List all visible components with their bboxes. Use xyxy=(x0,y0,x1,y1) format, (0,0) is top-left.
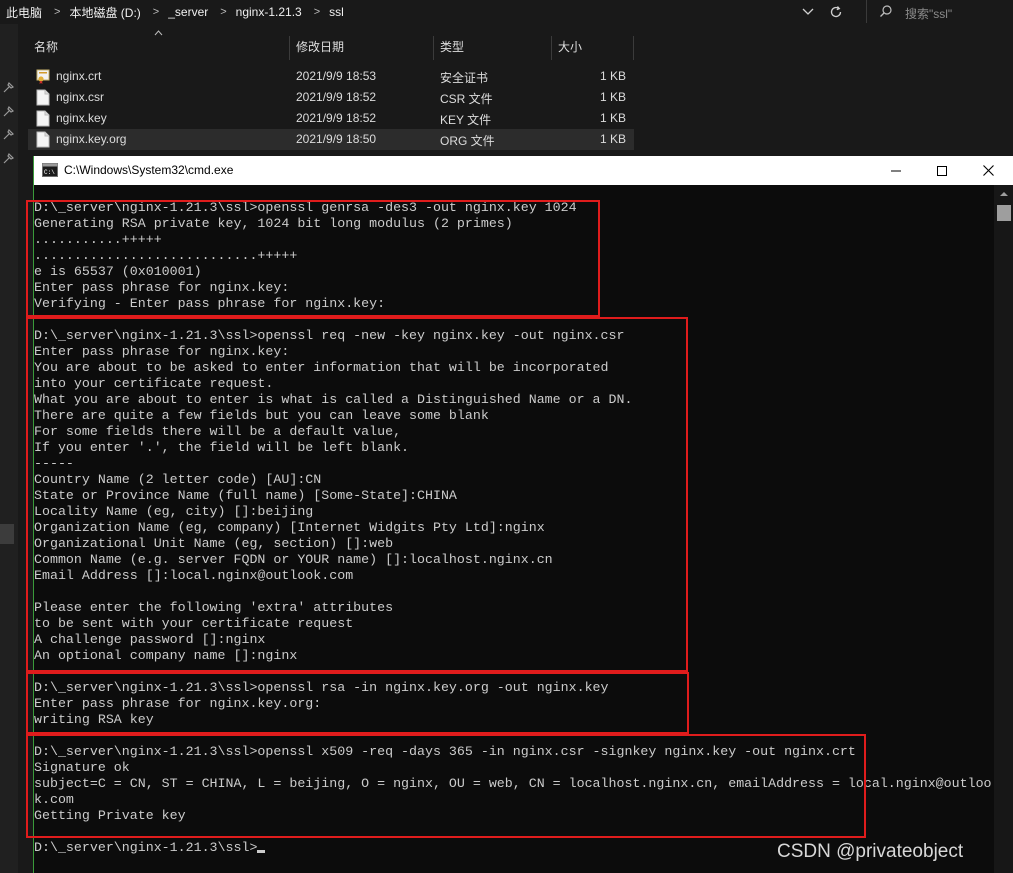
search-placeholder: 搜索"ssl" xyxy=(905,7,953,21)
file-name: nginx.key xyxy=(56,111,107,125)
file-type: CSR 文件 xyxy=(440,92,493,106)
file-explorer: 名称 修改日期 类型 大小 nginx.crt 2021/9/9 18:53 安… xyxy=(0,24,1013,624)
file-type: KEY 文件 xyxy=(440,113,492,127)
breadcrumb-item-nginx[interactable]: nginx-1.21.3 xyxy=(236,5,302,19)
breadcrumb-item-ssl[interactable]: ssl xyxy=(329,5,344,19)
breadcrumb-item-drive-d[interactable]: 本地磁盘 (D:) xyxy=(69,4,140,21)
cmd-title-bar[interactable]: C:\ C:\Windows\System32\cmd.exe xyxy=(34,156,1013,185)
address-dropdown-button[interactable] xyxy=(796,0,820,24)
file-size: 1 KB xyxy=(599,111,626,125)
file-icon xyxy=(36,110,50,127)
file-size: 1 KB xyxy=(599,132,626,146)
file-row-nginx-key-org[interactable]: nginx.key.org 2021/9/9 18:50 ORG 文件 1 KB xyxy=(28,129,634,150)
minimize-button[interactable] xyxy=(873,156,919,185)
column-header-name[interactable]: 名称 xyxy=(28,36,290,60)
console-scrollbar[interactable] xyxy=(994,185,1013,873)
search-input[interactable]: 搜索"ssl" xyxy=(866,0,1013,23)
navigation-pane-lower xyxy=(0,164,18,873)
column-header: 名称 修改日期 类型 大小 xyxy=(28,36,634,60)
certificate-icon xyxy=(36,69,50,84)
close-icon xyxy=(982,165,994,176)
column-header-type[interactable]: 类型 xyxy=(434,36,552,60)
file-date: 2021/9/9 18:52 xyxy=(296,90,377,104)
scroll-up-icon[interactable] xyxy=(999,191,1009,197)
chevron-right-icon[interactable]: > xyxy=(153,6,159,18)
pin-icon[interactable] xyxy=(2,127,16,141)
column-header-date[interactable]: 修改日期 xyxy=(290,36,434,60)
file-size: 1 KB xyxy=(599,69,626,83)
highlight-box-req xyxy=(26,317,688,672)
sort-ascending-icon xyxy=(154,30,163,36)
console-line: D:\_server\nginx-1.21.3\ssl> xyxy=(34,840,266,856)
chevron-right-icon[interactable]: > xyxy=(220,6,226,18)
file-type: ORG 文件 xyxy=(440,134,495,148)
minimize-icon xyxy=(891,170,901,171)
breadcrumb-item-this-pc[interactable]: 此电脑 xyxy=(6,4,42,21)
highlight-box-genrsa xyxy=(26,200,600,317)
pin-icon[interactable] xyxy=(2,151,16,165)
file-date: 2021/9/9 18:53 xyxy=(296,69,377,83)
chevron-down-icon xyxy=(802,8,814,15)
chevron-right-icon[interactable]: > xyxy=(54,6,60,18)
file-date: 2021/9/9 18:50 xyxy=(296,132,377,146)
file-row-nginx-csr[interactable]: nginx.csr 2021/9/9 18:52 CSR 文件 1 KB xyxy=(28,87,634,108)
refresh-icon xyxy=(830,6,842,18)
breadcrumb: 此电脑 > 本地磁盘 (D:) > _server > nginx-1.21.3… xyxy=(6,0,344,24)
file-icon xyxy=(36,131,50,148)
console-icon: C:\ xyxy=(42,163,58,177)
pin-icon[interactable] xyxy=(2,80,16,94)
file-type: 安全证书 xyxy=(440,71,489,85)
file-size: 1 KB xyxy=(599,90,626,104)
file-row-nginx-key[interactable]: nginx.key 2021/9/9 18:52 KEY 文件 1 KB xyxy=(28,108,634,129)
file-date: 2021/9/9 18:52 xyxy=(296,111,377,125)
maximize-button[interactable] xyxy=(919,156,965,185)
watermark: CSDN @privateobject xyxy=(777,841,964,862)
refresh-button[interactable] xyxy=(824,0,848,24)
address-bar: 此电脑 > 本地磁盘 (D:) > _server > nginx-1.21.3… xyxy=(0,0,1013,24)
chevron-right-icon[interactable]: > xyxy=(314,6,320,18)
cmd-title: C:\Windows\System32\cmd.exe xyxy=(64,163,234,177)
pin-icon[interactable] xyxy=(2,104,16,118)
file-icon xyxy=(36,89,50,106)
column-header-size[interactable]: 大小 xyxy=(552,36,634,60)
file-name: nginx.key.org xyxy=(56,132,127,146)
file-row-nginx-crt[interactable]: nginx.crt 2021/9/9 18:53 安全证书 1 KB xyxy=(28,66,634,87)
breadcrumb-item-server[interactable]: _server xyxy=(168,5,208,19)
file-name: nginx.crt xyxy=(56,69,102,83)
highlight-box-x509 xyxy=(26,734,866,838)
navigation-scrollbar[interactable] xyxy=(0,524,14,544)
maximize-icon xyxy=(937,165,947,176)
text-cursor xyxy=(257,850,266,853)
scrollbar-thumb[interactable] xyxy=(997,205,1011,221)
close-button[interactable] xyxy=(965,156,1011,185)
highlight-box-rsa xyxy=(26,672,689,734)
svg-text:C:\: C:\ xyxy=(44,169,55,176)
file-name: nginx.csr xyxy=(56,90,105,104)
search-icon xyxy=(880,5,892,17)
